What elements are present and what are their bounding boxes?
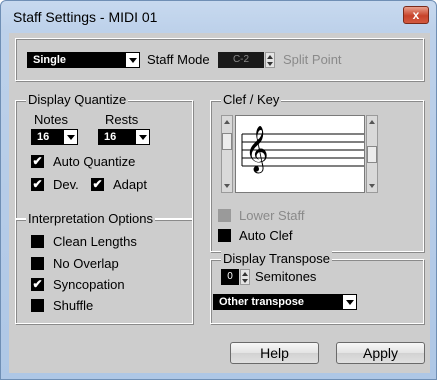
checkmark-icon: ✔ [32,277,43,291]
semitones-field[interactable]: 0 [221,269,239,285]
chevron-down-icon [135,130,149,144]
close-button[interactable]: x [403,6,429,24]
staff-settings-window: Staff Settings - MIDI 01 x Single Staff … [0,0,437,380]
syncopation-label: Syncopation [53,277,125,292]
display-quantize-legend: Display Quantize [26,92,129,107]
scroll-down-icon[interactable] [367,180,377,192]
split-point-field[interactable]: C-2 [218,52,264,68]
rests-value: 16 [104,131,117,143]
staff-mode-value: Single [33,54,67,66]
auto-quantize-checkbox[interactable]: ✔ [31,155,44,168]
scroll-down-icon[interactable] [222,180,232,192]
no-overlap-label: No Overlap [53,256,119,271]
dialog-body: Single Staff Mode C-2 Split Point Displa… [9,33,430,373]
window-title: Staff Settings - MIDI 01 [13,9,158,25]
interpretation-options-legend: Interpretation Options [26,211,156,226]
clean-lengths-checkbox[interactable] [31,235,44,248]
adapt-label: Adapt [113,177,147,192]
checkmark-icon: ✔ [32,154,43,168]
transpose-dropdown[interactable]: Other transpose [213,294,357,310]
close-icon: x [412,8,420,22]
notes-value: 16 [37,131,50,143]
treble-clef-icon: 𝄞 [245,126,269,172]
dev-checkbox[interactable]: ✔ [31,178,44,191]
split-point-label: Split Point [283,52,342,67]
help-button[interactable]: Help [230,342,319,364]
chevron-down-icon [63,130,77,144]
split-point-stepper[interactable] [265,52,275,68]
clef-scroll-thumb[interactable] [222,133,232,150]
dev-label: Dev. [53,177,79,192]
no-overlap-checkbox[interactable] [31,257,44,270]
transpose-value: Other transpose [219,296,304,308]
apply-button[interactable]: Apply [336,342,425,364]
semitones-label: Semitones [255,269,317,284]
adapt-checkbox[interactable]: ✔ [91,178,104,191]
clef-key-legend: Clef / Key [221,92,282,107]
staff-mode-dropdown[interactable]: Single [27,52,140,68]
lower-staff-checkbox[interactable] [218,209,231,222]
checkmark-icon: ✔ [92,177,103,191]
shuffle-label: Shuffle [53,298,94,313]
clef-scrollbar[interactable] [221,115,233,193]
auto-quantize-label: Auto Quantize [53,154,136,169]
scroll-up-icon[interactable] [367,116,377,128]
checkmark-icon: ✔ [32,177,43,191]
title-bar[interactable]: Staff Settings - MIDI 01 x [1,1,436,33]
notes-label: Notes [34,112,68,127]
chevron-down-icon [125,53,139,67]
notes-dropdown[interactable]: 16 [31,129,78,145]
key-scroll-thumb[interactable] [367,146,377,163]
shuffle-checkbox[interactable] [31,299,44,312]
scroll-up-icon[interactable] [222,116,232,128]
auto-clef-checkbox[interactable] [218,229,231,242]
lower-staff-label: Lower Staff [239,208,305,223]
clef-preview: 𝄞 [235,115,365,193]
key-scrollbar[interactable] [366,115,378,193]
auto-clef-label: Auto Clef [239,228,293,243]
syncopation-checkbox[interactable]: ✔ [31,278,44,291]
semitones-stepper[interactable] [240,269,250,285]
chevron-down-icon [342,295,356,309]
display-transpose-legend: Display Transpose [221,251,332,266]
staff-mode-label: Staff Mode [147,52,210,67]
clean-lengths-label: Clean Lengths [53,234,137,249]
rests-dropdown[interactable]: 16 [98,129,150,145]
rests-label: Rests [105,112,139,127]
